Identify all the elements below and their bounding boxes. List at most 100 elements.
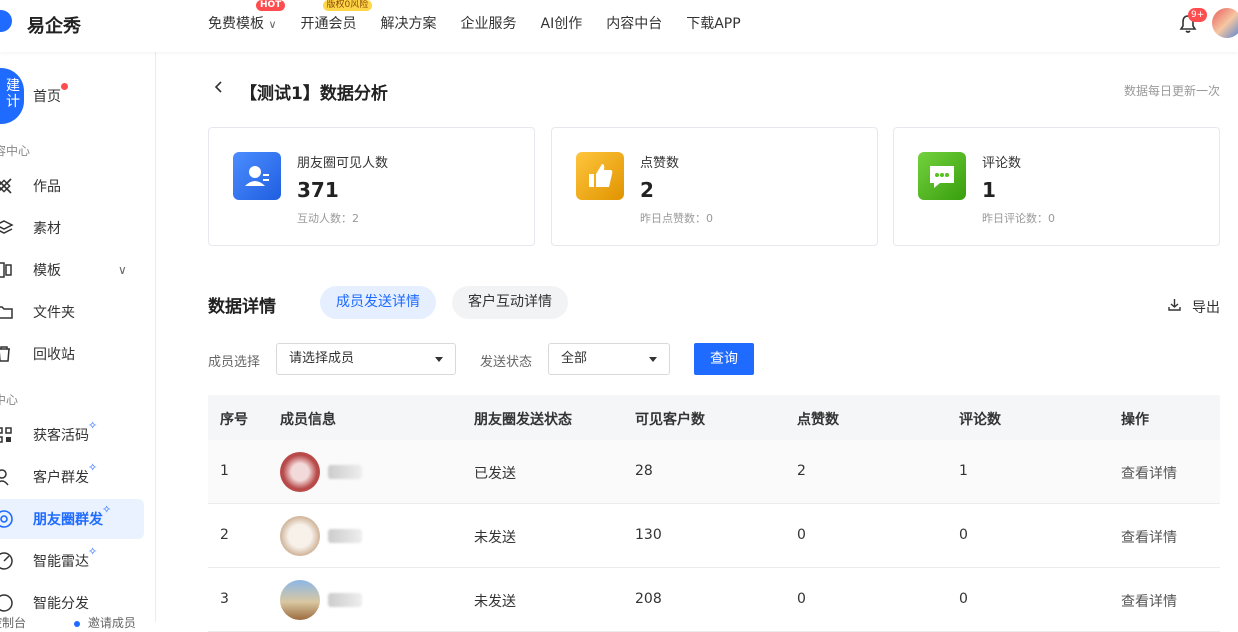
ai-sparkle-icon: ✧ bbox=[102, 503, 112, 516]
card-title: 朋友圈可见人数 bbox=[297, 156, 389, 171]
query-button[interactable]: 查询 bbox=[694, 343, 754, 375]
sidebar-item-moments[interactable]: 朋友圈群发 ✧ bbox=[0, 499, 144, 539]
card-value: 371 bbox=[297, 178, 339, 202]
member-name-blurred bbox=[328, 529, 362, 543]
row-index: 3 bbox=[220, 591, 229, 607]
tab-customer-interaction[interactable]: 客户互动详情 bbox=[452, 286, 568, 319]
tab-member-send[interactable]: 成员发送详情 bbox=[320, 286, 436, 319]
invite-member-link[interactable]: 邀请成员 bbox=[88, 616, 136, 630]
works-icon bbox=[0, 178, 12, 194]
table-header: 序号 成员信息 朋友圈发送状态 可见客户数 点赞数 评论数 操作 bbox=[208, 395, 1220, 440]
column-header: 序号 bbox=[220, 412, 248, 428]
sidebar-item-folder[interactable]: 文件夹 bbox=[0, 292, 144, 332]
ai-sparkle-icon: ✧ bbox=[88, 419, 98, 432]
card-title: 评论数 bbox=[982, 156, 1022, 171]
ai-sparkle-icon: ✧ bbox=[88, 545, 98, 558]
nav-solutions[interactable]: 解决方案 bbox=[381, 13, 437, 33]
stat-card-likes: 点赞数 2 昨日点赞数：0 bbox=[551, 127, 878, 246]
nav-download[interactable]: 下载APP bbox=[686, 13, 740, 33]
nav-enterprise[interactable]: 企业服务 bbox=[461, 13, 517, 33]
layers-icon bbox=[0, 220, 14, 234]
sidebar-item-templates[interactable]: 模板 ∨ bbox=[0, 250, 144, 290]
visible-count: 28 bbox=[635, 463, 653, 479]
unread-dot bbox=[61, 83, 68, 90]
column-header: 评论数 bbox=[959, 412, 1001, 428]
view-details-link[interactable]: 查看详情 bbox=[1121, 591, 1177, 611]
details-title: 数据详情 bbox=[208, 297, 276, 317]
member-name-blurred bbox=[328, 593, 362, 607]
sidebar-item-radar[interactable]: 智能雷达 ✧ bbox=[0, 541, 144, 581]
sidebar-item-home[interactable]: 首页 bbox=[0, 76, 144, 116]
send-status: 已发送 bbox=[474, 466, 516, 482]
like-count: 2 bbox=[797, 463, 806, 479]
card-value: 2 bbox=[640, 178, 654, 202]
view-details-link[interactable]: 查看详情 bbox=[1121, 463, 1177, 483]
nav-ai[interactable]: AI创作 bbox=[541, 13, 583, 33]
stat-card-comments: 评论数 1 昨日评论数：0 bbox=[893, 127, 1220, 246]
column-header: 成员信息 bbox=[280, 412, 336, 428]
template-icon bbox=[0, 262, 12, 278]
user-card-icon bbox=[233, 152, 281, 200]
card-subtext: 昨日点赞数：0 bbox=[640, 212, 713, 225]
card-subtext: 昨日评论数：0 bbox=[982, 212, 1055, 225]
nav-membership[interactable]: 开通会员 版权0风险 bbox=[301, 0, 373, 33]
sidebar-item-customer-group[interactable]: 客户群发 ✧ bbox=[0, 457, 144, 497]
export-button[interactable]: 导出 bbox=[1192, 297, 1220, 317]
folder-icon bbox=[0, 306, 13, 319]
download-icon[interactable] bbox=[1167, 297, 1182, 312]
update-note: 数据每日更新一次 bbox=[1123, 84, 1220, 98]
column-header: 点赞数 bbox=[797, 412, 839, 428]
qrcode-icon bbox=[0, 427, 12, 443]
sidebar-footer: 控制台 邀请成员 bbox=[0, 614, 136, 631]
column-header: 可见客户数 bbox=[635, 412, 705, 428]
card-subtext: 互动人数：2 bbox=[297, 212, 359, 225]
sidebar: 建 计 首页 容中心 作品 素材 模板 ∨ 文件夹 回收站 中心 获客活码 ✧ … bbox=[0, 52, 156, 630]
row-index: 2 bbox=[220, 527, 229, 543]
trash-icon bbox=[0, 346, 10, 362]
sidebar-item-lead-qrcode[interactable]: 获客活码 ✧ bbox=[0, 415, 144, 455]
nav-content[interactable]: 内容中台 bbox=[606, 13, 662, 33]
chevron-down-icon: ∨ bbox=[118, 263, 127, 277]
console-link[interactable]: 控制台 bbox=[0, 616, 26, 630]
hot-badge: HOT bbox=[256, 0, 286, 11]
section-content-label: 容中心 bbox=[0, 144, 31, 158]
radar-icon bbox=[0, 552, 13, 570]
status-select[interactable]: 全部 bbox=[548, 343, 670, 375]
sidebar-item-materials[interactable]: 素材 bbox=[0, 208, 144, 248]
page-title: 【测试1】数据分析 bbox=[240, 84, 388, 104]
row-index: 1 bbox=[220, 463, 229, 479]
sidebar-item-trash[interactable]: 回收站 bbox=[0, 334, 144, 374]
visible-count: 208 bbox=[635, 591, 662, 607]
distribution-icon bbox=[0, 594, 13, 612]
notification-count: 9+ bbox=[1188, 8, 1208, 22]
view-details-link[interactable]: 查看详情 bbox=[1121, 527, 1177, 547]
back-arrow-icon[interactable] bbox=[212, 80, 226, 94]
chevron-down-icon: ∨ bbox=[268, 18, 277, 31]
status-filter-label: 发送状态 bbox=[480, 355, 533, 370]
card-title: 点赞数 bbox=[640, 156, 680, 171]
brand-logo-icon[interactable] bbox=[0, 10, 12, 32]
stat-card-visible: 朋友圈可见人数 371 互动人数：2 bbox=[208, 127, 535, 246]
section-scrm-label: 中心 bbox=[0, 393, 19, 407]
ai-sparkle-icon: ✧ bbox=[88, 461, 98, 474]
caret-down-icon bbox=[649, 357, 657, 362]
send-status: 未发送 bbox=[474, 594, 516, 610]
member-avatar bbox=[280, 452, 320, 492]
table-row[interactable]: 3 未发送 208 0 0 查看详情 bbox=[208, 568, 1220, 632]
user-avatar[interactable] bbox=[1212, 8, 1238, 38]
member-filter-label: 成员选择 bbox=[208, 355, 261, 370]
visible-count: 130 bbox=[635, 527, 662, 543]
sidebar-item-works[interactable]: 作品 bbox=[0, 166, 144, 206]
nav-free-templates[interactable]: 免费模板 ∨ HOT bbox=[208, 0, 286, 33]
card-value: 1 bbox=[982, 178, 996, 202]
brand-name[interactable]: 易企秀 bbox=[27, 12, 81, 38]
main-nav: 免费模板 ∨ HOT 开通会员 版权0风险 解决方案 企业服务 AI创作 内容中… bbox=[208, 0, 765, 46]
comment-count: 1 bbox=[959, 463, 968, 479]
table-row[interactable]: 2 未发送 130 0 0 查看详情 bbox=[208, 504, 1220, 568]
member-name-blurred bbox=[328, 465, 362, 479]
like-count: 0 bbox=[797, 527, 806, 543]
comment-count: 0 bbox=[959, 591, 968, 607]
member-select[interactable]: 请选择成员 bbox=[276, 343, 456, 375]
table-row[interactable]: 1 已发送 28 2 1 查看详情 bbox=[208, 440, 1220, 504]
copyright-badge: 版权0风险 bbox=[322, 0, 373, 11]
